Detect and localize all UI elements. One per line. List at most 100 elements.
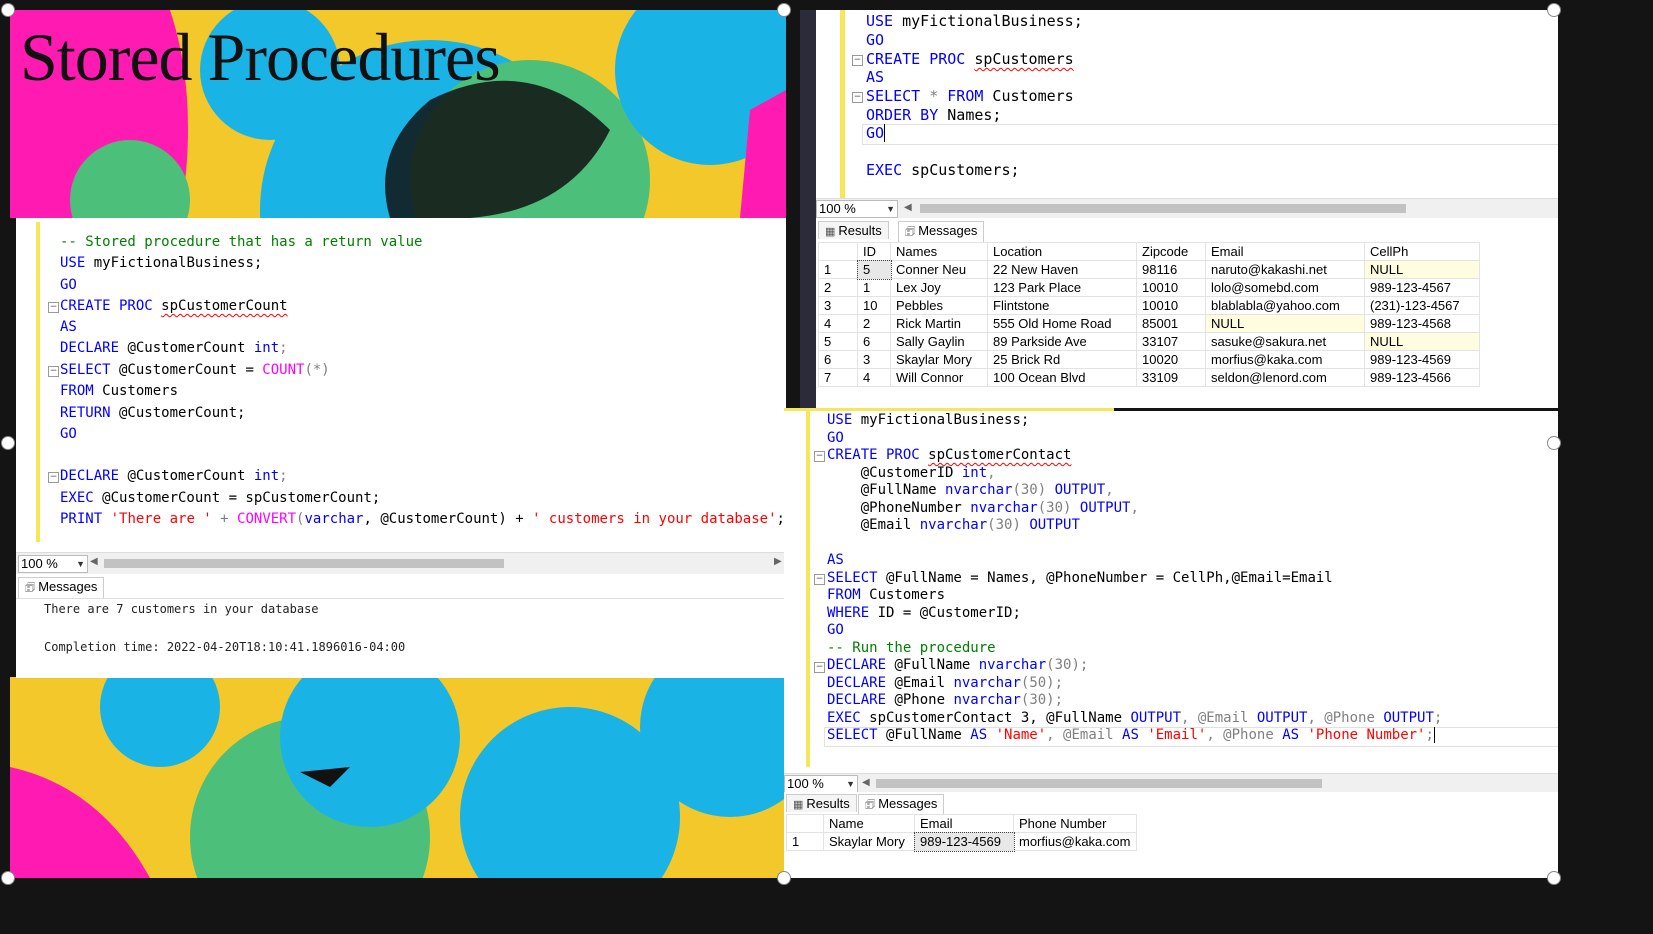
code-line[interactable]: CREATE PROC spCustomerContact	[827, 447, 1071, 463]
code-line[interactable]: @Email nvarchar(30) OUTPUT	[827, 517, 1080, 533]
column-header[interactable]: Location	[987, 242, 1137, 261]
collapse-icon[interactable]: −	[48, 302, 59, 313]
table-cell[interactable]: 33107	[1136, 332, 1206, 351]
table-cell[interactable]: 555 Old Home Road	[987, 314, 1137, 333]
collapse-icon[interactable]: −	[852, 55, 863, 66]
code-line[interactable]: EXEC @CustomerCount = spCustomerCount;	[60, 490, 380, 506]
results-grid[interactable]: Name Email Phone Number 1 Skaylar Mory 9…	[786, 814, 1137, 852]
collapse-icon[interactable]: −	[814, 662, 825, 673]
zoom-dropdown[interactable]: 100 % ▼	[816, 200, 898, 218]
left-query-editor[interactable]: -- Stored procedure that has a return va…	[16, 218, 786, 552]
tab-results[interactable]: ▦ Results	[786, 794, 857, 812]
table-cell[interactable]: Will Connor	[890, 368, 988, 387]
horizontal-scrollbar[interactable]	[104, 559, 504, 568]
collapse-icon[interactable]: −	[48, 472, 59, 483]
table-cell[interactable]: blablabla@yahoo.com	[1205, 296, 1365, 315]
resize-handle[interactable]	[1547, 3, 1561, 17]
column-header[interactable]: Name	[823, 814, 915, 833]
code-line[interactable]: SELECT * FROM Customers	[866, 87, 1074, 105]
code-line[interactable]: FROM Customers	[827, 587, 945, 603]
scroll-left-icon[interactable]: ◀	[904, 202, 912, 213]
table-row[interactable]: 1 5 Conner Neu 22 New Haven 98116 naruto@kaka…	[818, 259, 1480, 280]
table-cell[interactable]: 10010	[1136, 296, 1206, 315]
table-cell[interactable]: (231)-123-4567	[1364, 296, 1480, 315]
table-cell[interactable]: morfius@kaka.com	[1013, 832, 1137, 851]
table-cell[interactable]: 989-123-4569	[1364, 350, 1480, 369]
table-cell[interactable]: NULL	[1205, 314, 1365, 333]
column-header[interactable]: Names	[890, 242, 988, 261]
code-line-current[interactable]: SELECT @FullName AS 'Name', @Email AS 'E…	[827, 727, 1444, 743]
table-row[interactable]: 7 4 Will Connor 100 Ocean Blvd 33109 seldon@l…	[818, 368, 1480, 387]
column-header[interactable]: Phone Number	[1013, 814, 1137, 833]
table-cell[interactable]: Skaylar Mory	[823, 832, 915, 851]
code-line[interactable]: USE myFictionalBusiness;	[827, 412, 1029, 428]
horizontal-scrollbar[interactable]	[920, 204, 1406, 213]
code-line[interactable]: @PhoneNumber nvarchar(30) OUTPUT,	[827, 500, 1139, 516]
table-cell[interactable]: Conner Neu	[890, 260, 988, 279]
table-cell[interactable]: Rick Martin	[890, 314, 988, 333]
table-cell[interactable]: 98116	[1136, 260, 1206, 279]
table-cell[interactable]: seldon@lenord.com	[1205, 368, 1365, 387]
table-cell[interactable]: sasuke@sakura.net	[1205, 332, 1365, 351]
scroll-left-icon[interactable]: ◀	[862, 777, 870, 788]
resize-handle[interactable]	[1, 436, 15, 450]
scroll-right-icon[interactable]: ▶	[774, 556, 782, 567]
table-cell[interactable]: 989-123-4567	[1364, 278, 1480, 297]
column-header[interactable]: CellPh	[1364, 242, 1480, 261]
code-line[interactable]: AS	[827, 552, 844, 568]
table-row[interactable]: 3 10 Pebbles Flintstone 10010 blablabla@yahoo…	[818, 296, 1480, 315]
code-line[interactable]: GO	[60, 426, 77, 442]
column-header[interactable]: Email	[1205, 242, 1365, 261]
code-line[interactable]: SELECT @CustomerCount = COUNT(*)	[60, 362, 330, 378]
resize-handle[interactable]	[777, 871, 791, 885]
table-cell[interactable]: 989-123-4568	[1364, 314, 1480, 333]
code-line[interactable]: USE myFictionalBusiness;	[866, 12, 1083, 30]
table-row[interactable]: 5 6 Sally Gaylin 89 Parkside Ave 33107 sasuke…	[818, 332, 1480, 351]
code-line[interactable]: @CustomerID int,	[827, 465, 996, 481]
table-row[interactable]: 6 3 Skaylar Mory 25 Brick Rd 10020 morfius@ka…	[818, 350, 1480, 369]
code-line[interactable]: -- Run the procedure	[827, 640, 996, 656]
column-header[interactable]: Email	[914, 814, 1014, 833]
bottom-right-query-editor[interactable]: USE myFictionalBusiness; GO − CREATE PRO…	[784, 411, 1558, 775]
table-cell[interactable]: 2	[857, 314, 891, 333]
code-line[interactable]: DECLARE @CustomerCount int;	[60, 468, 288, 484]
collapse-icon[interactable]: −	[814, 574, 825, 585]
resize-handle[interactable]	[1, 871, 15, 885]
code-line[interactable]: WHERE ID = @CustomerID;	[827, 605, 1021, 621]
table-cell[interactable]: 33109	[1136, 368, 1206, 387]
code-line[interactable]: CREATE PROC spCustomerCount	[60, 298, 288, 314]
tab-messages[interactable]: 🗊 Messages	[858, 794, 945, 816]
table-cell[interactable]: 1	[857, 278, 891, 297]
code-line[interactable]: FROM Customers	[60, 383, 178, 399]
table-cell[interactable]: NULL	[1364, 260, 1480, 279]
table-cell[interactable]: 5	[856, 259, 892, 280]
resize-handle[interactable]	[1, 3, 15, 17]
resize-handle[interactable]	[1547, 871, 1561, 885]
table-cell[interactable]: 989-123-4566	[1364, 368, 1480, 387]
collapse-icon[interactable]: −	[852, 92, 863, 103]
code-line[interactable]: DECLARE @Email nvarchar(50);	[827, 675, 1063, 691]
table-cell-selected[interactable]: 989-123-4569	[913, 831, 1015, 852]
resize-handle[interactable]	[777, 3, 791, 17]
code-line-current[interactable]: GO	[866, 124, 895, 142]
table-cell[interactable]: 6	[857, 332, 891, 351]
code-line[interactable]: PRINT 'There are ' + CONVERT(varchar, @C…	[60, 511, 785, 527]
results-grid[interactable]: ID Names Location Zipcode Email CellPh 1…	[818, 242, 1480, 387]
collapse-icon[interactable]: −	[814, 451, 825, 462]
zoom-dropdown[interactable]: 100 % ▼	[18, 555, 88, 573]
table-cell[interactable]: lolo@somebd.com	[1205, 278, 1365, 297]
code-line[interactable]: AS	[60, 319, 77, 335]
tab-messages[interactable]: 🗊 Messages	[18, 577, 105, 599]
horizontal-scrollbar[interactable]	[876, 779, 1322, 788]
table-cell[interactable]: 10010	[1136, 278, 1206, 297]
code-line[interactable]: GO	[866, 31, 884, 49]
table-cell[interactable]: 22 New Haven	[987, 260, 1137, 279]
code-line[interactable]: @FullName nvarchar(30) OUTPUT,	[827, 482, 1114, 498]
table-cell[interactable]: 3	[857, 350, 891, 369]
table-cell[interactable]: 4	[857, 368, 891, 387]
table-row[interactable]: 2 1 Lex Joy 123 Park Place 10010 lolo@somebd.…	[818, 278, 1480, 297]
table-cell[interactable]: NULL	[1364, 332, 1480, 351]
collapse-icon[interactable]: −	[48, 366, 59, 377]
table-cell[interactable]: Pebbles	[890, 296, 988, 315]
table-cell[interactable]: Flintstone	[987, 296, 1137, 315]
